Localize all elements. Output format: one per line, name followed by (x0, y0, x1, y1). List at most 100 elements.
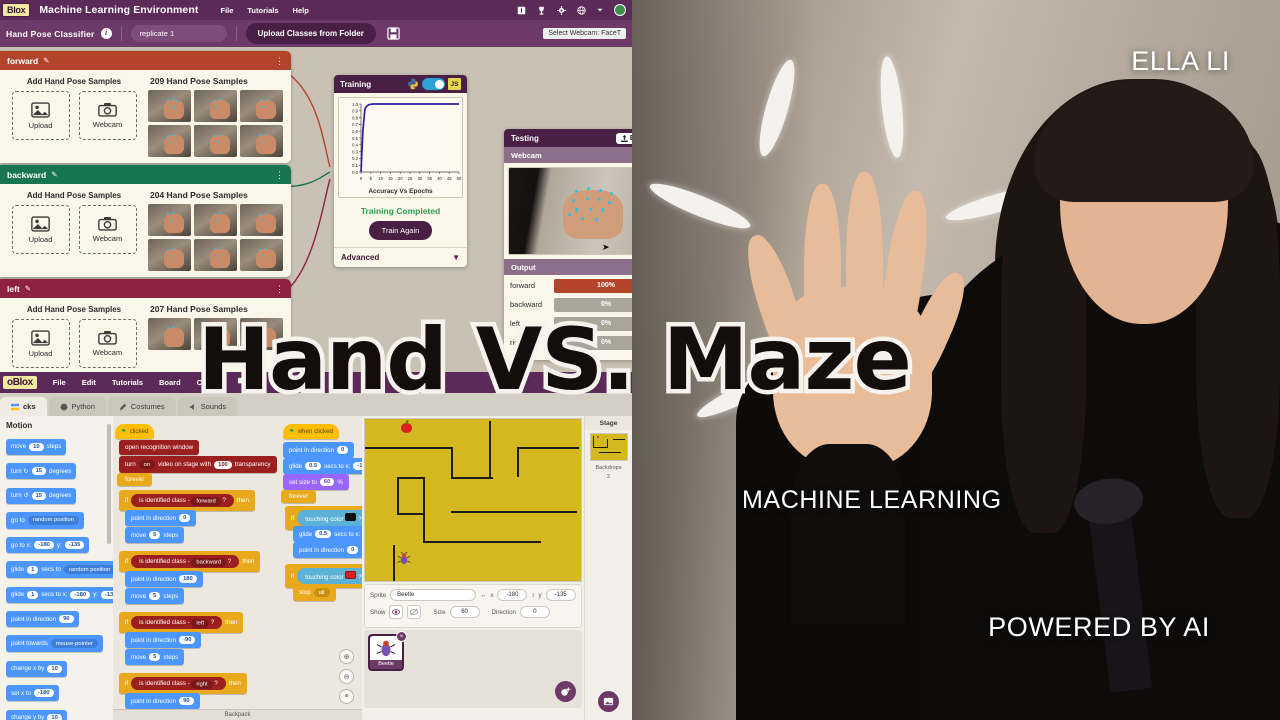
value-input[interactable]: 5 (149, 592, 161, 600)
menu-item-connect[interactable]: Connect (197, 378, 227, 387)
script-workspace[interactable]: ⚑ clicked open recognition window turn o… (113, 416, 362, 720)
edit-pencil-icon[interactable]: ✎ (25, 284, 31, 293)
show-hidden-button[interactable] (407, 605, 422, 619)
block-point-in-direction[interactable]: point in direction 180 (125, 571, 203, 587)
menu-item-file[interactable]: File (53, 378, 66, 387)
color-swatch-black[interactable] (345, 513, 357, 521)
block-point-in-direction-2[interactable]: point in direction 0 (293, 542, 362, 558)
script1-hat-block[interactable]: ⚑ clicked (115, 424, 155, 439)
palette-block[interactable]: turn ↺ 15 degrees (6, 487, 77, 504)
sample-thumb[interactable] (240, 239, 283, 271)
value-input[interactable]: 10 (47, 713, 62, 720)
block-glide-to-xy-2[interactable]: glide 0.5 secs to x: -180 y: -180 (293, 526, 362, 542)
menu-item-tutorials[interactable]: Tutorials (112, 378, 143, 387)
block-forever-2[interactable]: forever (281, 490, 317, 503)
palette-block[interactable]: glide1secs to x:-180y:-135 (6, 586, 113, 603)
value-input[interactable]: 15 (31, 491, 47, 500)
block-open-recognition-window[interactable]: open recognition window (119, 440, 200, 455)
block-move-steps[interactable]: move 5 steps (125, 649, 185, 665)
sample-thumb[interactable] (240, 318, 283, 350)
sprite-x-input[interactable]: -180 (497, 589, 528, 601)
dropdown-class-value[interactable]: right (191, 679, 213, 689)
value-input[interactable]: 1 (27, 590, 39, 599)
trophy-icon[interactable] (537, 6, 546, 15)
save-icon[interactable] (387, 27, 400, 40)
condition-is-identified-class[interactable]: is identified class - left ? (131, 616, 223, 629)
sample-thumb[interactable] (240, 90, 283, 122)
value-input[interactable]: -180 (34, 541, 54, 549)
stage-thumbnail[interactable] (589, 433, 628, 461)
account-avatar[interactable] (614, 4, 626, 16)
palette-block[interactable]: set x to -180 (6, 685, 59, 701)
beetle-sprite[interactable] (397, 551, 411, 566)
block-if-identified-class[interactable]: if is identified class - forward ? then (119, 490, 255, 511)
sample-thumb[interactable] (194, 239, 237, 271)
sample-thumb[interactable] (148, 318, 191, 350)
palette-scrollbar[interactable] (107, 424, 111, 544)
sample-thumb[interactable] (148, 90, 191, 122)
class-menu-icon[interactable]: ⋮ (275, 170, 284, 179)
webcam-samples-button[interactable]: Webcam (78, 205, 137, 254)
value-input[interactable]: 0.5 (305, 462, 322, 470)
condition-is-identified-class[interactable]: is identified class - backward ? (131, 555, 240, 568)
dropdown-value[interactable]: all (313, 588, 330, 597)
tab-costumes[interactable]: Costumes (107, 397, 176, 416)
tab-blocks[interactable]: cks (0, 397, 47, 416)
sample-thumb[interactable] (194, 125, 237, 157)
value-input[interactable]: 15 (31, 467, 47, 475)
globe-icon[interactable] (577, 5, 586, 15)
block-point-in-direction[interactable]: point in direction 90 (125, 693, 200, 709)
zoom-reset-icon[interactable]: ≡ (339, 689, 354, 704)
zoom-in-icon[interactable]: ⊕ (339, 649, 354, 664)
gear-icon[interactable] (557, 5, 566, 15)
sprite-tile-beetle[interactable]: Beetle × (368, 631, 407, 671)
value-input-x[interactable]: -180 (353, 462, 362, 470)
value-input[interactable]: -135 (100, 590, 113, 599)
palette-block[interactable]: go to x: -180 y: -135 (6, 537, 90, 553)
palette-block[interactable]: change y by 10 (6, 709, 67, 720)
value-input[interactable]: 90 (179, 697, 194, 705)
class-menu-icon[interactable]: ⋮ (275, 56, 284, 65)
value-input[interactable]: 5 (149, 531, 161, 539)
value-input[interactable]: 60 (319, 478, 335, 486)
sprite-y-input[interactable]: -135 (545, 589, 576, 601)
menu-item-board[interactable]: Board (159, 378, 181, 387)
condition-touching-color-red[interactable]: touching color ? (297, 568, 362, 584)
dropdown-value[interactable]: random position (63, 565, 113, 574)
dropdown-value[interactable]: on (138, 460, 156, 469)
block-turn-video[interactable]: turn on video on stage with 100 transpar… (119, 456, 277, 473)
value-input[interactable]: 1 (27, 565, 39, 574)
script2-hat-block[interactable]: ⚑ when clicked (283, 424, 339, 439)
sample-thumb[interactable] (194, 318, 237, 350)
sample-thumb[interactable] (194, 90, 237, 122)
dropdown-class-value[interactable]: forward (191, 496, 221, 506)
webcam-samples-button[interactable]: Webcam (78, 319, 137, 368)
block-point-in-direction[interactable]: point in direction -90 (125, 632, 202, 648)
add-sprite-button[interactable] (555, 681, 576, 702)
tab-python[interactable]: Python (48, 397, 106, 416)
value-input[interactable]: -90 (179, 636, 196, 644)
block-set-size[interactable]: set size to 60 % (283, 474, 349, 490)
sample-thumb[interactable] (148, 125, 191, 157)
value-input[interactable]: -180 (70, 590, 91, 599)
sprite-direction-input[interactable]: 0 (519, 606, 550, 618)
tab-sounds[interactable]: Sounds (177, 397, 238, 416)
project-name-input[interactable] (130, 25, 227, 42)
chevron-down-icon[interactable] (597, 7, 603, 13)
value-input[interactable]: 90 (59, 615, 74, 623)
sprite-size-input[interactable]: 60 (449, 606, 480, 618)
backpack-bar[interactable]: Backpack (113, 709, 362, 720)
value-input[interactable]: 0 (337, 446, 349, 454)
webcam-select[interactable]: Select Webcam: FaceT (543, 28, 626, 39)
menu-item-edit[interactable]: Edit (82, 378, 96, 387)
upload-samples-button[interactable]: Upload (11, 91, 70, 140)
block-move-steps[interactable]: move 5 steps (125, 527, 185, 543)
train-again-button[interactable]: Train Again (368, 221, 433, 240)
value-input[interactable]: -180 (33, 689, 54, 697)
color-swatch-red[interactable] (345, 571, 357, 579)
info-icon[interactable]: i (100, 28, 112, 39)
webcam-preview[interactable]: ➤ (508, 167, 632, 255)
value-input[interactable]: 10 (47, 664, 62, 673)
value-input[interactable]: 180 (179, 575, 197, 583)
block-glide-to-xy[interactable]: glide 0.5 secs to x: -180 y: -180 (283, 458, 362, 474)
